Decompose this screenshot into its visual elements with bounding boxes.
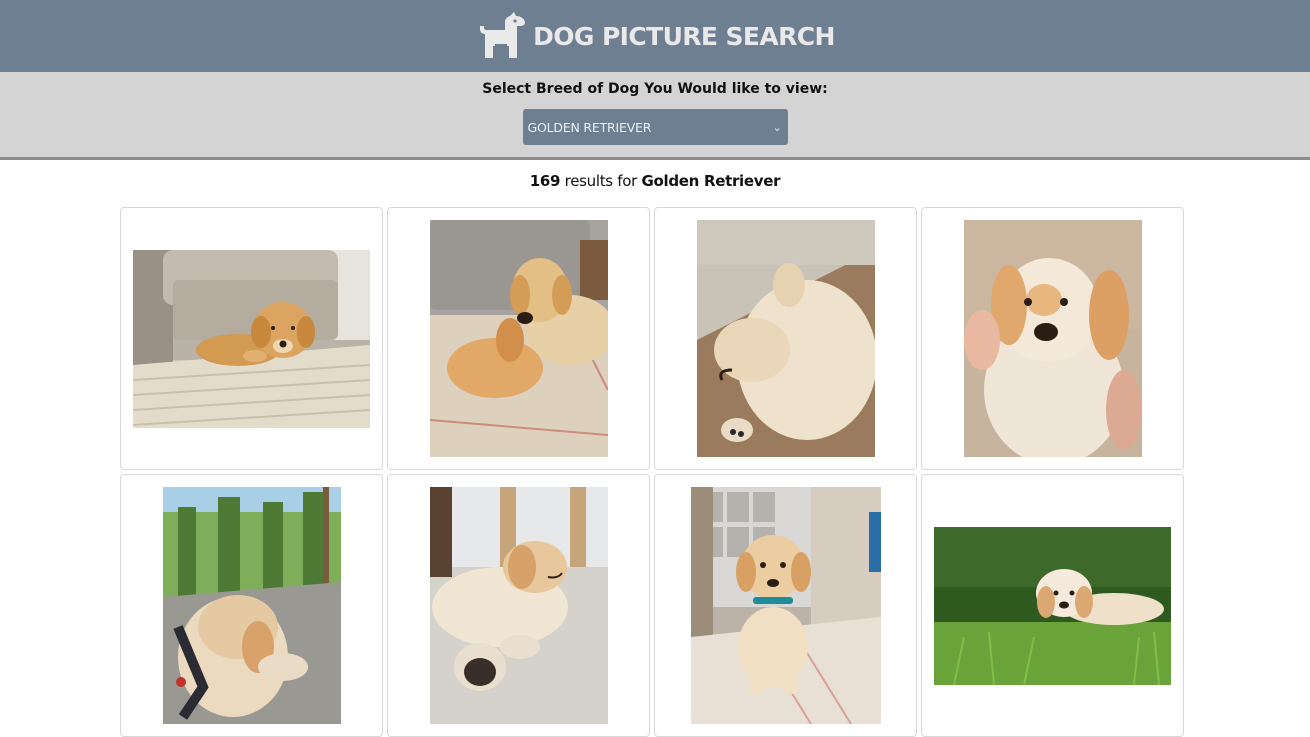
dog-photo[interactable] (690, 487, 881, 724)
dog-icon (480, 12, 526, 58)
dog-photo[interactable] (963, 220, 1142, 457)
image-card[interactable] (921, 474, 1184, 737)
dog-photo[interactable] (162, 487, 341, 724)
breed-select[interactable]: GOLDEN RETRIEVER ⌄ (522, 109, 788, 145)
image-card[interactable] (120, 474, 383, 737)
image-card[interactable] (120, 207, 383, 470)
dog-photo[interactable] (429, 487, 608, 724)
app-header: DOG PICTURE SEARCH (0, 0, 1310, 72)
breed-select-label: Select Breed of Dog You Would like to vi… (482, 81, 828, 97)
image-card[interactable] (387, 474, 650, 737)
image-grid (120, 207, 1186, 737)
app-title: DOG PICTURE SEARCH (533, 21, 835, 51)
breed-controls: Select Breed of Dog You Would like to vi… (0, 72, 1310, 160)
results-breed: Golden Retriever (641, 172, 781, 190)
image-card[interactable] (654, 207, 917, 470)
image-card[interactable] (387, 207, 650, 470)
dog-photo[interactable] (934, 526, 1171, 685)
dog-photo[interactable] (133, 249, 370, 428)
results-summary: 169 results for Golden Retriever (0, 172, 1310, 194)
chevron-down-icon: ⌄ (772, 120, 782, 134)
dog-photo[interactable] (429, 220, 608, 457)
results-count: 169 (529, 172, 561, 190)
image-card[interactable] (921, 207, 1184, 470)
dog-photo[interactable] (696, 220, 875, 457)
breed-select-value: GOLDEN RETRIEVER (527, 119, 652, 135)
image-card[interactable] (654, 474, 917, 737)
results-text: results for (560, 172, 642, 190)
